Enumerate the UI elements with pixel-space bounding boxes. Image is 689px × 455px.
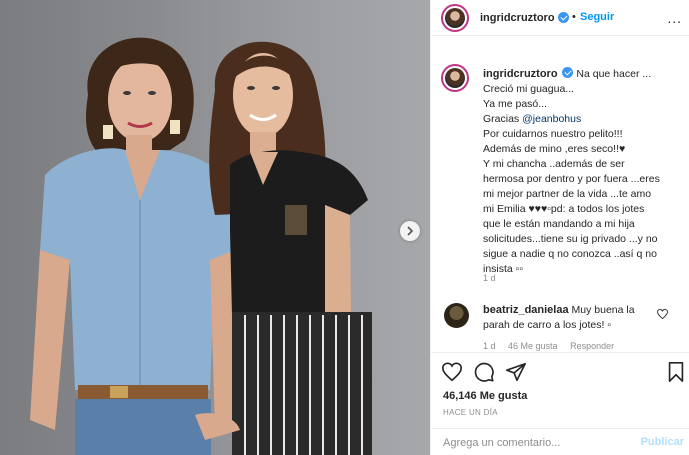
- photo-illustration: [30, 37, 372, 455]
- caption-line-4: Gracias: [483, 113, 520, 125]
- chevron-right-icon: [407, 226, 414, 236]
- likes-count[interactable]: 46,146 Me gusta: [443, 390, 527, 402]
- next-photo-button[interactable]: [400, 221, 420, 241]
- caption-text: ingridcruztoro Na que hacer ... Creció m…: [483, 67, 688, 277]
- author-username[interactable]: ingridcruztoro: [480, 12, 555, 24]
- comment-meta: 1 d 46 Me gusta Responder: [483, 341, 624, 351]
- header-separator: •: [572, 11, 576, 23]
- post-side-panel: ingridcruztoro • Seguir ... ingridcruzto…: [430, 0, 689, 455]
- add-comment-bar: Publicar: [431, 428, 689, 455]
- caption-avatar[interactable]: [441, 64, 469, 92]
- caption-line-6: Además de mino ,eres seco!!♥: [483, 143, 626, 155]
- caption-line-13: sigue a nadie q no conozca ..así q no: [483, 248, 657, 260]
- post-photo: [0, 0, 430, 455]
- post-timestamp: HACE UN DÍA: [443, 408, 498, 417]
- mention-link[interactable]: @jeanbohus: [522, 113, 581, 125]
- caption-line-1: Na que hacer ...: [576, 68, 652, 80]
- follow-button[interactable]: Seguir: [580, 11, 614, 23]
- commenter-avatar[interactable]: [444, 303, 469, 328]
- author-avatar[interactable]: [441, 4, 469, 32]
- caption-line-5: Por cuidarnos nuestro pelito!!!: [483, 128, 623, 140]
- publish-button[interactable]: Publicar: [641, 436, 684, 448]
- caption-line-11: que le están mandando a mi hija: [483, 218, 635, 230]
- comment-like-heart-icon[interactable]: [657, 309, 668, 319]
- more-options-icon[interactable]: ...: [667, 10, 682, 26]
- caption-line-3: Ya me pasó...: [483, 98, 548, 110]
- caption-verified-icon: [562, 67, 574, 78]
- verified-badge-icon: [558, 12, 569, 23]
- share-icon[interactable]: [505, 361, 527, 383]
- bookmark-icon[interactable]: [665, 361, 687, 383]
- caption-line-9: mi mejor partner de la vida ...te amo: [483, 188, 652, 200]
- comment-reply-button[interactable]: Responder: [570, 341, 614, 351]
- caption-line-8: hermosa por dentro y por fuera ...eres: [483, 173, 660, 185]
- caption-line-2: Creció mi guagua...: [483, 83, 575, 95]
- comment-likes[interactable]: 46 Me gusta: [508, 341, 558, 351]
- caption-line-7: Y mi chancha ..además de ser: [483, 158, 625, 170]
- commenter-username[interactable]: beatriz_danielaa: [483, 304, 569, 316]
- comment-icon[interactable]: [473, 361, 495, 383]
- caption-line-12: solicitudes...tiene su ig privado ...y n…: [483, 233, 658, 245]
- caption-username[interactable]: ingridcruztoro: [483, 68, 558, 80]
- comment-input[interactable]: [443, 436, 633, 450]
- caption-line-10: mi Emilia ♥♥♥▫pd: a todos los jotes: [483, 203, 645, 215]
- caption-line-14: insista ▫▫: [483, 263, 524, 275]
- post-header: ingridcruztoro • Seguir ...: [431, 0, 689, 36]
- comment-text: beatriz_danielaa Muy buena la parah de c…: [483, 303, 663, 333]
- comment-time: 1 d: [483, 341, 496, 351]
- post-actions: [431, 352, 689, 390]
- comments-section[interactable]: ingridcruztoro Na que hacer ... Creció m…: [431, 36, 689, 352]
- caption-time: 1 d: [483, 273, 496, 283]
- heart-icon[interactable]: [441, 361, 463, 383]
